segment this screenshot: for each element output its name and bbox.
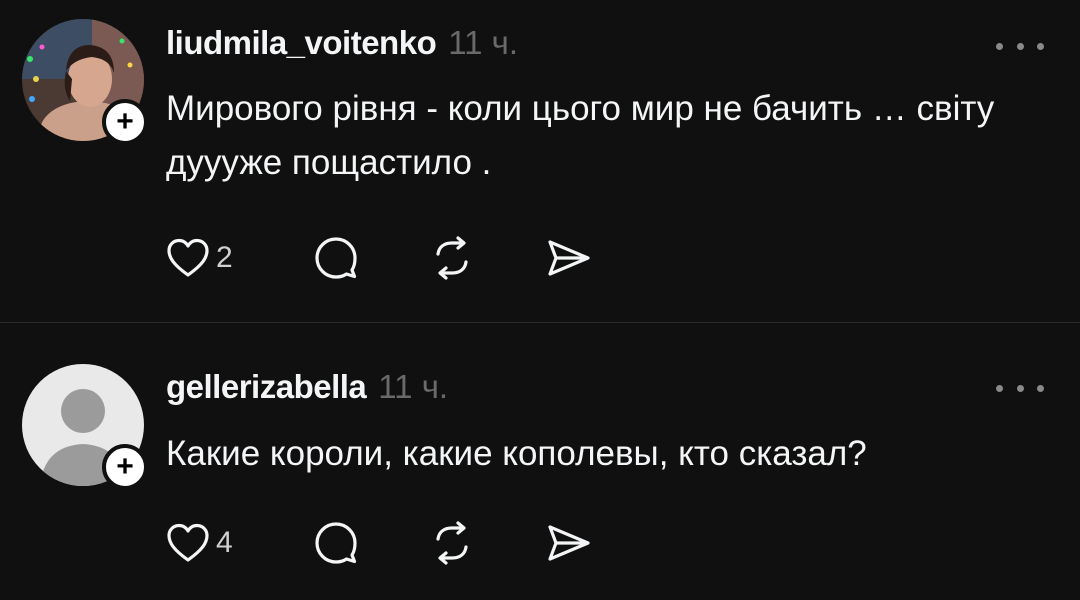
repost-icon — [436, 521, 468, 565]
post-actions: 2 — [166, 233, 606, 283]
comment-icon — [315, 237, 357, 279]
avatar-container[interactable]: + — [22, 19, 148, 145]
post-actions: 4 — [166, 518, 606, 568]
more-dots-icon — [996, 42, 1003, 50]
share-button[interactable] — [546, 523, 606, 563]
post: + liudmila_voitenko 11 ч. Мирового рівня… — [0, 0, 1080, 322]
post-header: gellerizabella 11 ч. — [166, 368, 1040, 418]
like-button[interactable]: 4 — [166, 523, 314, 563]
avatar-container[interactable]: + — [22, 364, 148, 490]
like-button[interactable]: 2 — [166, 238, 314, 278]
heart-icon — [167, 523, 209, 562]
repost-button[interactable] — [430, 521, 546, 565]
repost-button[interactable] — [430, 236, 546, 280]
post-text: Мирового рівня - коли цього мир не бачит… — [166, 89, 995, 182]
follow-button[interactable]: + — [102, 99, 148, 145]
post-time: 11 ч. — [378, 368, 449, 405]
heart-icon — [167, 238, 209, 277]
reply-button[interactable] — [314, 521, 430, 565]
post: + gellerizabella 11 ч. Какие короли, как… — [0, 323, 1080, 600]
post-header: liudmila_voitenko 11 ч. — [166, 24, 1040, 74]
plus-icon: + — [116, 105, 134, 138]
post-text: Какие короли, какие кополевы, кто сказал… — [166, 434, 867, 473]
more-dots-icon — [996, 384, 1003, 392]
repost-icon — [436, 236, 468, 280]
username[interactable]: liudmila_voitenko — [166, 24, 437, 62]
post-time: 11 ч. — [448, 24, 519, 61]
share-button[interactable] — [546, 238, 606, 278]
more-options-button[interactable] — [996, 378, 1044, 398]
follow-button[interactable]: + — [102, 444, 148, 490]
reply-button[interactable] — [314, 236, 430, 280]
like-count: 4 — [216, 526, 233, 559]
send-icon — [548, 240, 590, 276]
plus-icon: + — [116, 450, 134, 483]
username[interactable]: gellerizabella — [166, 368, 367, 406]
comment-icon — [315, 522, 357, 564]
send-icon — [548, 525, 590, 561]
more-options-button[interactable] — [996, 36, 1044, 56]
like-count: 2 — [216, 241, 233, 274]
